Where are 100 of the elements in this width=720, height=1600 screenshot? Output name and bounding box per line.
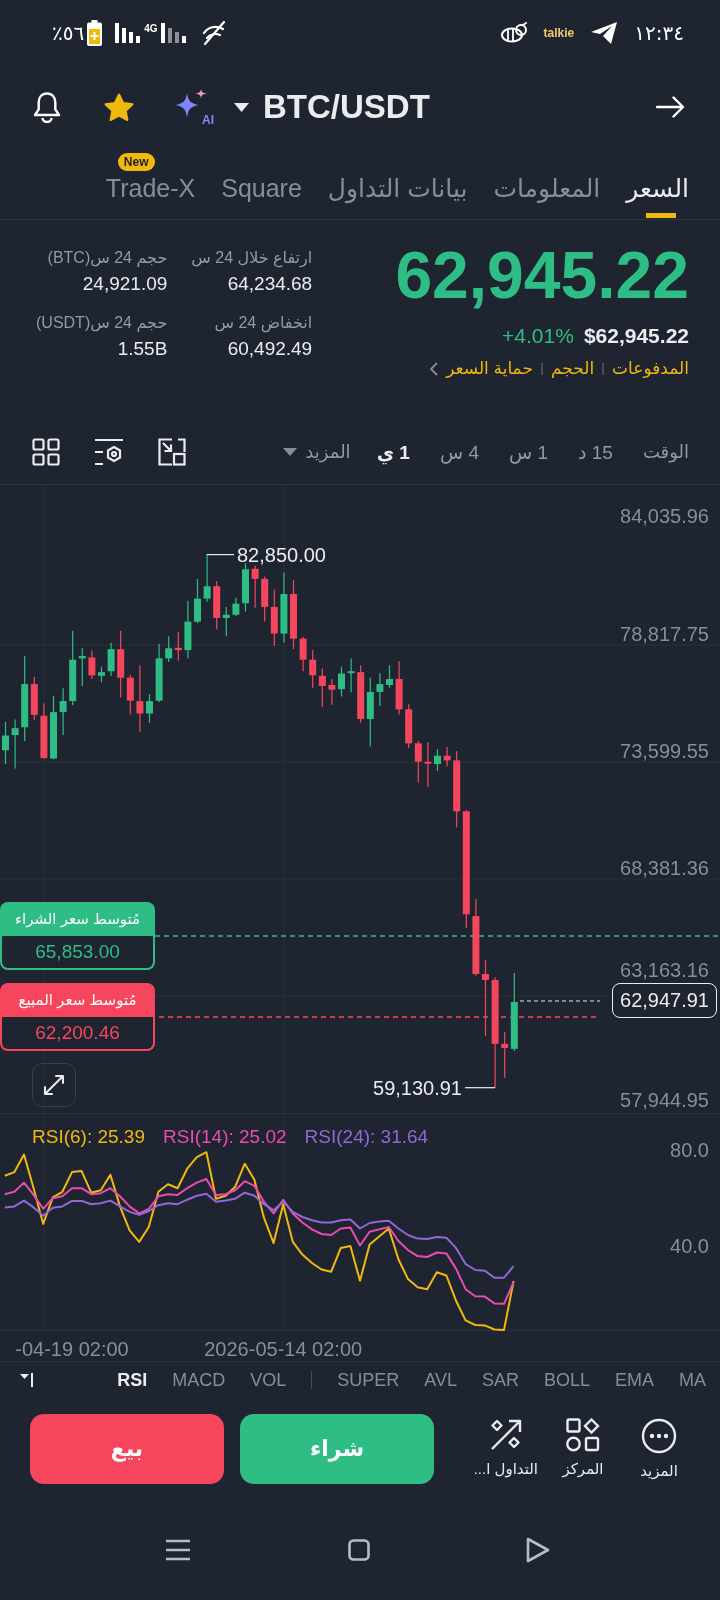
tag-link[interactable]: حماية السعر bbox=[446, 358, 533, 379]
more-icon bbox=[641, 1418, 677, 1454]
toolbar-button[interactable]: التداول ا... bbox=[473, 1418, 538, 1480]
last-price-tag: 62,947.91 bbox=[612, 983, 717, 1018]
expand-button[interactable] bbox=[32, 1063, 76, 1107]
bullish-candle bbox=[11, 719, 19, 769]
indicator-tab[interactable]: AVL bbox=[424, 1369, 457, 1391]
leader-line bbox=[464, 1087, 496, 1089]
new-badge: New bbox=[117, 153, 155, 171]
interval-option[interactable]: 4 س bbox=[439, 440, 479, 464]
signal-icon bbox=[115, 23, 142, 43]
indicator-tab[interactable]: VOL bbox=[250, 1369, 287, 1391]
ai-assistant-button[interactable]: AI bbox=[174, 88, 214, 126]
stat-label: انخفاض 24 س bbox=[213, 313, 313, 332]
indicator-tab[interactable]: MACD bbox=[172, 1369, 226, 1391]
tag-link[interactable]: الحجم bbox=[550, 358, 595, 379]
caret-icon bbox=[283, 448, 298, 456]
indicator-tab[interactable]: RSI bbox=[117, 1369, 148, 1391]
arrow-in-box-icon[interactable] bbox=[158, 438, 186, 466]
legend-label: RSI(6): 25.39 bbox=[32, 1126, 145, 1148]
menu-icon[interactable] bbox=[165, 1539, 191, 1561]
price-axis-label: 68,381.36 bbox=[620, 857, 709, 879]
bearish-candle bbox=[443, 747, 451, 767]
toolbar-button[interactable]: المركز bbox=[552, 1418, 614, 1480]
bullish-candle bbox=[194, 578, 201, 623]
bearish-candle bbox=[40, 703, 48, 759]
sell-button[interactable]: بيع bbox=[30, 1414, 224, 1484]
caret-icon bbox=[234, 102, 249, 112]
average-buy-value: 65,853.00 bbox=[0, 936, 155, 970]
indicator-tab[interactable]: MA bbox=[679, 1369, 706, 1391]
average-sell-value: 62,200.46 bbox=[0, 1017, 155, 1051]
bullish-candle bbox=[376, 673, 384, 707]
low-price-label: 59,130.91 bbox=[373, 1076, 462, 1099]
stat-label: حجم 24 س(USDT) bbox=[36, 313, 168, 332]
bell-icon[interactable] bbox=[32, 91, 62, 123]
tab[interactable]: بيانات التداول bbox=[327, 148, 468, 219]
triangle-icon[interactable] bbox=[526, 1537, 550, 1563]
toolbar-button[interactable]: المزيد bbox=[628, 1418, 690, 1480]
price-axis-label: 63,163.16 bbox=[620, 959, 709, 981]
stat-value: 24,921.09 bbox=[81, 273, 168, 295]
pair-selector[interactable]: BTC/USDT bbox=[234, 88, 430, 126]
bearish-candle bbox=[357, 665, 365, 723]
bullish-candle bbox=[386, 665, 393, 688]
caret-icon[interactable] bbox=[20, 1373, 34, 1387]
network-type: 4G bbox=[144, 22, 158, 34]
signal-off-icon bbox=[201, 21, 226, 45]
stat-label: ارتفاع خلال 24 س bbox=[191, 248, 313, 267]
tab[interactable]: المعلومات bbox=[493, 148, 601, 219]
battery-percent: ٥٦٪ bbox=[52, 21, 85, 45]
interval-option[interactable]: 1 ي bbox=[376, 440, 410, 464]
indicator-tab[interactable]: EMA bbox=[615, 1369, 654, 1391]
shapes-icon bbox=[566, 1418, 600, 1452]
bearish-candle bbox=[251, 565, 259, 608]
star-icon[interactable] bbox=[104, 92, 134, 122]
bullish-candle bbox=[184, 600, 192, 659]
bullish-candle bbox=[155, 643, 163, 702]
bullish-candle bbox=[59, 688, 67, 736]
battery-icon bbox=[87, 20, 103, 46]
bullish-candle bbox=[50, 696, 57, 760]
bearish-candle bbox=[30, 676, 38, 721]
time-axis-label: -04-19 02:00 bbox=[15, 1338, 129, 1360]
tab[interactable]: Square bbox=[221, 148, 302, 219]
bearish-candle bbox=[136, 665, 144, 732]
last-price: 62,945.22 bbox=[395, 242, 689, 308]
bearish-candle bbox=[424, 742, 432, 787]
stat-value: 64,234.68 bbox=[226, 273, 313, 295]
bullish-candle bbox=[203, 554, 211, 602]
indicator-tab[interactable]: BOLL bbox=[543, 1369, 590, 1391]
bearish-candle bbox=[213, 581, 221, 630]
chevron-icon[interactable] bbox=[430, 361, 439, 376]
stat-label: حجم 24 س(BTC) bbox=[46, 248, 168, 267]
bearish-candle bbox=[395, 661, 403, 715]
price-axis-label: 73,599.55 bbox=[620, 740, 709, 762]
grid-icon[interactable] bbox=[32, 438, 60, 466]
square-icon[interactable] bbox=[347, 1539, 370, 1561]
tab[interactable]: السعر bbox=[626, 148, 689, 219]
indicator-tab[interactable]: SUPER bbox=[337, 1369, 400, 1391]
tag-link[interactable]: المدفوعات bbox=[612, 358, 689, 379]
price-axis-label: 84,035.96 bbox=[620, 505, 709, 527]
time-axis-label: 2026-05-14 02:00 bbox=[204, 1338, 363, 1360]
interval-option[interactable]: 1 س bbox=[508, 440, 549, 464]
interval-caption: الوقت bbox=[642, 441, 689, 463]
indicator-tab[interactable]: SAR bbox=[481, 1369, 519, 1391]
interval-option[interactable]: 15 د bbox=[578, 440, 613, 464]
legend-label: RSI(24): 31.64 bbox=[304, 1126, 429, 1148]
bee-icon bbox=[499, 22, 528, 44]
bullish-candle bbox=[280, 572, 288, 643]
arrow-right-icon[interactable] bbox=[656, 95, 686, 119]
price-axis-label: 78,817.75 bbox=[620, 623, 709, 645]
bullish-candle bbox=[222, 606, 230, 637]
price-axis-label: 57,944.95 bbox=[620, 1089, 709, 1111]
bearish-candle bbox=[299, 636, 307, 672]
bullish-candle bbox=[366, 677, 374, 747]
bullish-candle bbox=[165, 636, 173, 663]
paper-plane-icon bbox=[590, 21, 619, 45]
rsi-axis-label: 80.0 bbox=[670, 1139, 709, 1161]
more-intervals-dropdown[interactable]: المزيد bbox=[283, 441, 351, 463]
lines-hexagon-icon[interactable] bbox=[94, 438, 124, 466]
stat-value: 1.55B bbox=[116, 338, 168, 360]
expand-icon bbox=[43, 1074, 65, 1096]
